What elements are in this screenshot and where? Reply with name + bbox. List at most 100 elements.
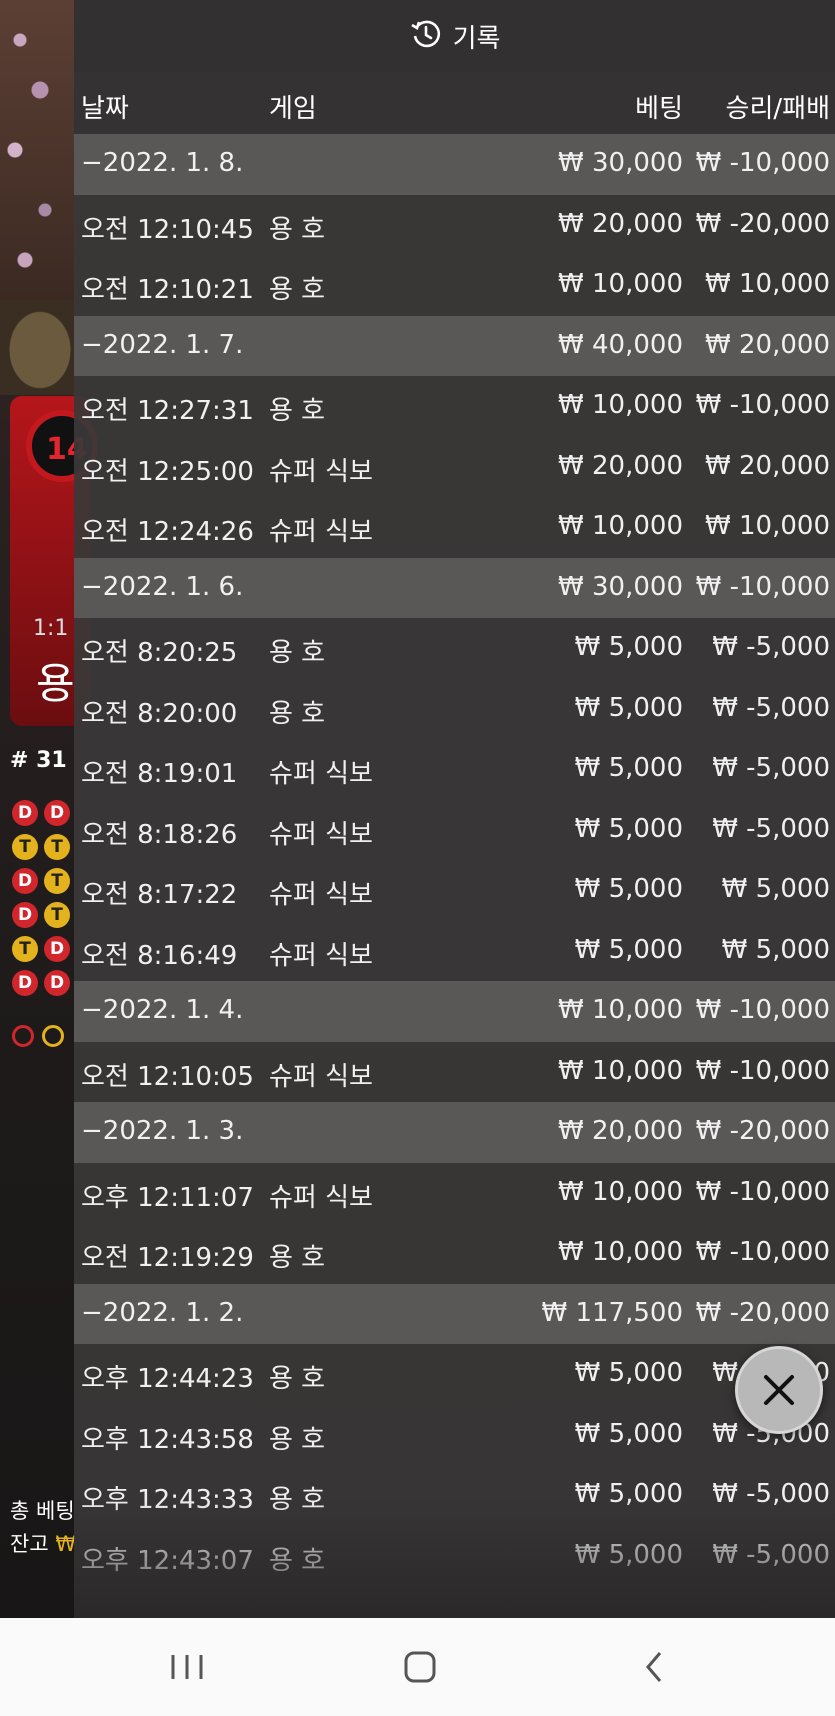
row-result: ₩ 20,000 — [705, 329, 830, 360]
row-game: 용 호 — [269, 1485, 326, 1515]
history-row: 오전 12:27:31 용 호 ₩ 10,000 ₩ -10,000 — [74, 376, 835, 437]
history-date-group[interactable]: −2022. 1. 2. ₩ 117,500 ₩ -20,000 — [74, 1283, 835, 1344]
row-date: 오전 12:27:31 — [81, 396, 254, 426]
row-game: 용 호 — [269, 1545, 326, 1576]
history-row: 오전 12:10:21 용 호 ₩ 10,000 ₩ 10,000 — [74, 255, 835, 316]
history-row: 오전 8:17:22 슈퍼 식보 ₩ 5,000 ₩ 5,000 — [74, 860, 835, 921]
history-date-group[interactable]: −2022. 1. 4. ₩ 10,000 ₩ -10,000 — [74, 981, 835, 1042]
payout-odds: 1:1 — [33, 616, 69, 641]
road-dot-dragon: D — [12, 902, 38, 928]
road-dot-dragon: D — [44, 970, 70, 996]
row-bet: ₩ 20,000 — [558, 208, 683, 239]
row-result: ₩ -10,000 — [695, 571, 830, 602]
row-bet: ₩ 117,500 — [541, 1297, 684, 1328]
history-row: 오전 8:16:49 슈퍼 식보 ₩ 5,000 ₩ 5,000 — [74, 921, 835, 982]
row-date: −2022. 1. 4. — [81, 995, 244, 1025]
row-result: ₩ -10,000 — [695, 1237, 830, 1267]
row-game: 슈퍼 식보 — [269, 819, 373, 850]
row-bet: ₩ 5,000 — [574, 692, 683, 723]
row-bet: ₩ 5,000 — [574, 813, 683, 844]
road-ring-yellow — [42, 1025, 64, 1047]
road-dot-dragon: D — [12, 800, 38, 826]
history-row: 오전 12:19:29 용 호 ₩ 10,000 ₩ -10,000 — [74, 1223, 835, 1284]
history-date-group[interactable]: −2022. 1. 6. ₩ 30,000 ₩ -10,000 — [74, 557, 835, 618]
flower-decoration — [0, 0, 75, 300]
row-game: 슈퍼 식보 — [269, 880, 373, 910]
row-bet: ₩ 5,000 — [574, 632, 683, 662]
column-date: 날짜 — [81, 94, 129, 124]
row-date: 오전 8:20:00 — [81, 698, 238, 729]
row-game: 용 호 — [269, 638, 326, 668]
row-date: 오전 8:19:01 — [81, 759, 238, 789]
home-button[interactable] — [390, 1643, 450, 1691]
road-ring-red — [12, 1025, 34, 1047]
row-bet: ₩ 10,000 — [558, 995, 683, 1025]
recent-apps-button[interactable] — [158, 1643, 218, 1691]
row-date: −2022. 1. 7. — [81, 329, 244, 360]
row-bet: ₩ 30,000 — [558, 148, 683, 178]
row-date: 오후 12:44:23 — [81, 1364, 254, 1394]
row-date: 오전 12:10:05 — [81, 1061, 254, 1092]
row-game: 용 호 — [269, 396, 326, 426]
history-header: 기록 — [74, 0, 835, 72]
history-row: 오전 12:10:45 용 호 ₩ 20,000 ₩ -20,000 — [74, 195, 835, 256]
row-bet: ₩ 5,000 — [574, 753, 683, 783]
row-result: ₩ -10,000 — [695, 1176, 830, 1207]
row-game: 용 호 — [269, 1424, 326, 1455]
row-bet: ₩ 5,000 — [574, 1418, 683, 1449]
row-game: 슈퍼 식보 — [269, 1061, 373, 1092]
history-list[interactable]: −2022. 1. 8. ₩ 30,000 ₩ -10,000 오전 12:10:45… — [74, 134, 835, 1586]
row-date: 오전 12:10:45 — [81, 214, 254, 245]
column-bet: 베팅 — [635, 94, 683, 124]
row-game: 슈퍼 식보 — [269, 940, 373, 971]
row-result: ₩ -10,000 — [695, 148, 830, 178]
row-date: 오전 8:17:22 — [81, 880, 238, 910]
row-result: ₩ 10,000 — [705, 511, 830, 541]
road-dot-dragon: D — [12, 868, 38, 894]
column-headers: 날짜 게임 베팅 승리/패배 — [74, 72, 835, 134]
row-bet: ₩ 40,000 — [558, 329, 683, 360]
row-result: ₩ 5,000 — [721, 934, 830, 965]
history-date-group[interactable]: −2022. 1. 3. ₩ 20,000 ₩ -20,000 — [74, 1102, 835, 1163]
back-button[interactable] — [626, 1643, 686, 1691]
row-bet: ₩ 10,000 — [558, 511, 683, 541]
close-button[interactable] — [735, 1346, 823, 1434]
history-date-group[interactable]: −2022. 1. 7. ₩ 40,000 ₩ 20,000 — [74, 315, 835, 376]
row-date: 오전 12:10:21 — [81, 275, 254, 305]
road-dot-dragon: D — [12, 970, 38, 996]
history-row: 오후 12:43:33 용 호 ₩ 5,000 ₩ -5,000 — [74, 1465, 835, 1526]
row-date: 오전 12:25:00 — [81, 456, 254, 487]
row-bet: ₩ 10,000 — [558, 390, 683, 420]
row-bet: ₩ 20,000 — [558, 1116, 683, 1146]
row-bet: ₩ 5,000 — [574, 874, 683, 904]
row-date: −2022. 1. 3. — [81, 1116, 244, 1146]
history-panel: 기록 날짜 게임 베팅 승리/패배 −2022. 1. 8. ₩ 30,000 ₩ … — [74, 0, 835, 1618]
road-dot-tiger: T — [44, 868, 70, 894]
row-result: ₩ -20,000 — [695, 208, 830, 239]
row-result: ₩ -20,000 — [695, 1297, 830, 1328]
row-game: 용 호 — [269, 1364, 326, 1394]
history-row: 오전 8:19:01 슈퍼 식보 ₩ 5,000 ₩ -5,000 — [74, 739, 835, 800]
row-result: ₩ 10,000 — [705, 269, 830, 299]
row-date: 오전 8:20:25 — [81, 638, 238, 668]
history-row: 오전 12:10:05 슈퍼 식보 ₩ 10,000 ₩ -10,000 — [74, 1042, 835, 1103]
road-dot-tiger: T — [12, 936, 38, 962]
road-dot-tiger: T — [44, 834, 70, 860]
history-row: 오전 8:18:26 슈퍼 식보 ₩ 5,000 ₩ -5,000 — [74, 800, 835, 861]
history-row: 오전 8:20:00 용 호 ₩ 5,000 ₩ -5,000 — [74, 679, 835, 740]
history-row: 오후 12:43:07 용 호 ₩ 5,000 ₩ -5,000 — [74, 1526, 835, 1587]
history-date-group[interactable]: −2022. 1. 8. ₩ 30,000 ₩ -10,000 — [74, 134, 835, 195]
row-bet: ₩ 5,000 — [574, 934, 683, 965]
row-date: −2022. 1. 2. — [81, 1297, 244, 1328]
history-row: 오전 8:20:25 용 호 ₩ 5,000 ₩ -5,000 — [74, 618, 835, 679]
column-result: 승리/패배 — [725, 94, 830, 124]
history-row: 오후 12:43:58용 호₩ 5,000₩ -5,000 — [74, 1405, 835, 1466]
row-game: 용 호 — [269, 698, 326, 729]
vase-decoration — [0, 300, 75, 395]
round-number: # 31 — [10, 748, 67, 773]
row-game: 슈퍼 식보 — [269, 1182, 373, 1213]
row-result: ₩ 5,000 — [721, 874, 830, 904]
row-game: 슈퍼 식보 — [269, 517, 373, 547]
row-bet: ₩ 5,000 — [574, 1479, 683, 1509]
row-date: 오후 12:11:07 — [81, 1182, 254, 1213]
